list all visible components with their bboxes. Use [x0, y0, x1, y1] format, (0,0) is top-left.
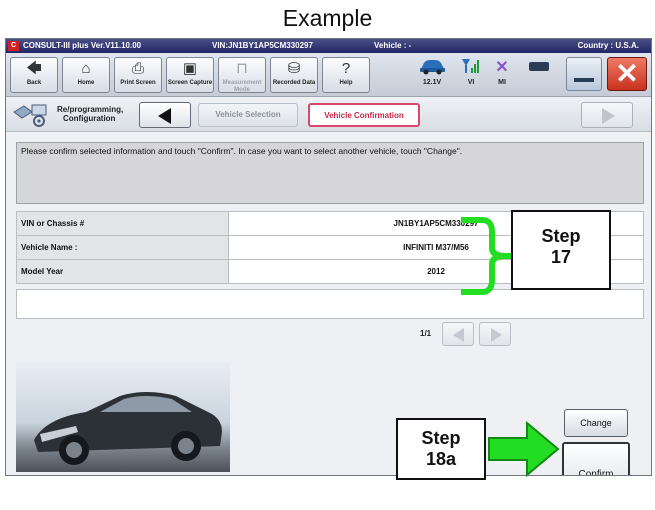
consult-logo-icon: C: [8, 41, 19, 51]
vehicle-photo: [16, 362, 230, 472]
battery-indicator: [522, 57, 556, 93]
printer-icon: ⎙: [131, 60, 144, 77]
left-triangle-icon: [453, 328, 464, 342]
camera-icon: ▣: [182, 60, 198, 77]
page-prev-button[interactable]: [442, 322, 474, 346]
car-illustration: [34, 392, 222, 465]
close-icon: ✕: [615, 58, 639, 89]
section-label: Re/programming, Configuration: [57, 105, 124, 123]
right-triangle-icon: [602, 108, 615, 124]
app-title: CONSULT-III plus Ver.V11.10.00: [23, 41, 142, 50]
mi-disconnected-icon: ✕: [495, 59, 509, 76]
vin-label: VIN or Chassis #: [16, 211, 229, 236]
title-bar: C CONSULT-III plus Ver.V11.10.00 VIN:JN1…: [6, 39, 651, 53]
vehicle-name-label: Vehicle Name :: [16, 235, 229, 260]
measurement-icon: ⊓: [236, 60, 248, 77]
nav-back-button[interactable]: [139, 102, 191, 128]
minimize-icon: [574, 78, 594, 82]
navigation-bar: Re/programming, Configuration Vehicle Se…: [6, 98, 651, 132]
measurement-mode-button[interactable]: ⊓ Measurement Mode: [218, 57, 266, 93]
confirm-button[interactable]: Confirm: [562, 442, 630, 475]
instruction-message: Please confirm selected information and …: [16, 142, 644, 204]
car-battery-icon: [414, 57, 450, 79]
left-triangle-icon: [158, 108, 171, 124]
crumb-vehicle-selection[interactable]: Vehicle Selection: [198, 103, 298, 127]
battery-status: 12.1V: [414, 57, 450, 93]
page-next-button[interactable]: [479, 322, 511, 346]
recorded-data-icon: ⛁: [287, 60, 301, 77]
vehicle-title: Vehicle : -: [374, 41, 412, 50]
home-icon: ⌂: [81, 60, 91, 77]
country-title: Country : U.S.A.: [577, 41, 639, 50]
mi-status: ✕ MI: [490, 57, 514, 93]
close-button[interactable]: ✕: [607, 57, 647, 91]
right-triangle-icon: [491, 328, 502, 342]
empty-table-row: [16, 289, 644, 319]
vi-signal-icon: [458, 57, 484, 79]
recorded-data-button[interactable]: ⛁ Recorded Data: [270, 57, 318, 93]
crumb-vehicle-confirmation: Vehicle Confirmation: [308, 103, 420, 127]
nav-forward-button[interactable]: [581, 102, 633, 128]
vin-title: VIN:JN1BY1AP5CM330297: [212, 41, 313, 50]
change-button[interactable]: Change: [564, 409, 628, 437]
page-indicator: 1/1: [420, 329, 432, 338]
battery-indicator-icon: [522, 57, 556, 79]
reprogramming-icon: [13, 104, 47, 127]
home-button[interactable]: ⌂ Home: [62, 57, 110, 93]
minimize-button[interactable]: [566, 57, 602, 91]
print-screen-button[interactable]: ⎙ Print Screen: [114, 57, 162, 93]
vi-status: VI: [458, 57, 484, 93]
help-button[interactable]: ? Help: [322, 57, 370, 93]
example-caption: Example: [282, 5, 373, 31]
toolbar: 🡄 Back ⌂ Home ⎙ Print Screen ▣ Screen Ca…: [6, 53, 651, 97]
model-year-label: Model Year: [16, 259, 229, 284]
green-arrow-icon: [488, 420, 560, 478]
back-button[interactable]: 🡄 Back: [10, 57, 58, 93]
step-18a-callout: Step 18a: [396, 418, 486, 480]
back-arrow-icon: 🡄: [26, 60, 42, 77]
help-icon: ?: [341, 60, 351, 77]
step-17-callout: Step 17: [511, 210, 611, 290]
screen-capture-button[interactable]: ▣ Screen Capture: [166, 57, 214, 93]
